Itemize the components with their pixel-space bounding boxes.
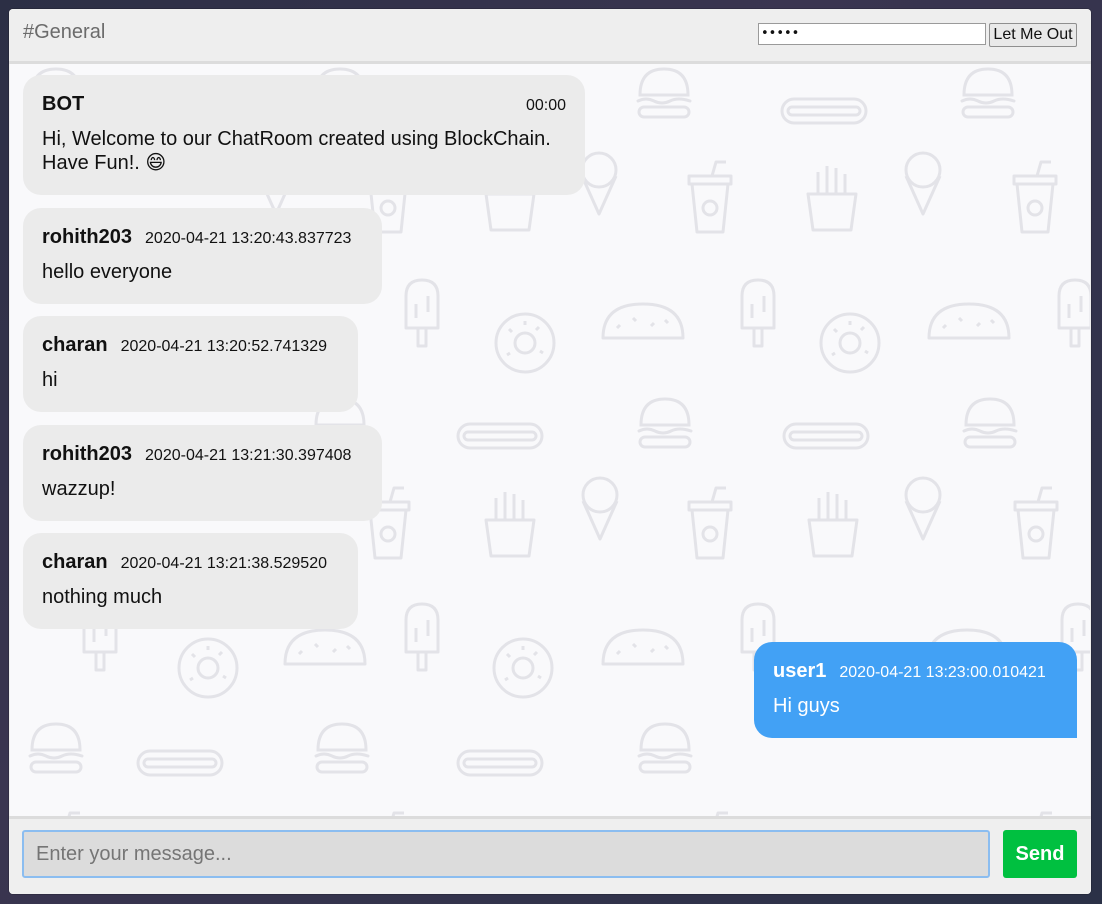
message-bubble: rohith203 2020-04-21 13:20:43.837723 hel… [23,208,382,304]
message-sender: charan [42,334,108,356]
composer-bar: Send [9,816,1091,894]
own-message-bubble: user1 2020-04-21 13:23:00.010421 Hi guys [754,642,1077,738]
message-bubble: charan 2020-04-21 13:21:38.529520 nothin… [23,533,358,629]
send-button[interactable]: Send [1003,830,1077,878]
logout-button[interactable]: Let Me Out [989,23,1077,47]
message-sender: charan [42,551,108,573]
message-timestamp: 00:00 [525,97,566,114]
message-bubble: BOT 00:00 Hi, Welcome to our ChatRoom cr… [23,75,585,195]
message-timestamp: 2020-04-21 13:21:38.529520 [120,555,327,572]
message-text: wazzup! [42,478,116,500]
message-sender: BOT [42,93,85,115]
message-sender: rohith203 [42,443,133,465]
message-bubble: rohith203 2020-04-21 13:21:30.397408 waz… [23,425,382,521]
chat-window: #General ••••• Let Me Out BOT 00:00 Hi, … [9,9,1091,894]
message-timestamp: 2020-04-21 13:23:00.010421 [839,664,1046,681]
message-sender: user1 [773,660,827,682]
message-sender: rohith203 [42,226,133,248]
header-bar: #General ••••• Let Me Out [9,9,1091,64]
message-text: nothing much [42,586,163,608]
message-text: hi [42,369,58,391]
message-timestamp: 2020-04-21 13:20:52.741329 [120,338,327,355]
message-timestamp: 2020-04-21 13:20:43.837723 [145,230,352,247]
password-field[interactable]: ••••• [758,23,986,45]
message-input[interactable] [22,830,990,878]
message-bubble: charan 2020-04-21 13:20:52.741329 hi [23,316,358,412]
message-text: Hi, Welcome to our ChatRoom created usin… [42,128,551,174]
message-timestamp: 2020-04-21 13:21:30.397408 [145,447,352,464]
channel-title: #General [23,21,106,43]
message-list[interactable]: BOT 00:00 Hi, Welcome to our ChatRoom cr… [10,64,1090,816]
message-text: Hi guys [773,695,840,717]
message-text: hello everyone [42,261,173,283]
